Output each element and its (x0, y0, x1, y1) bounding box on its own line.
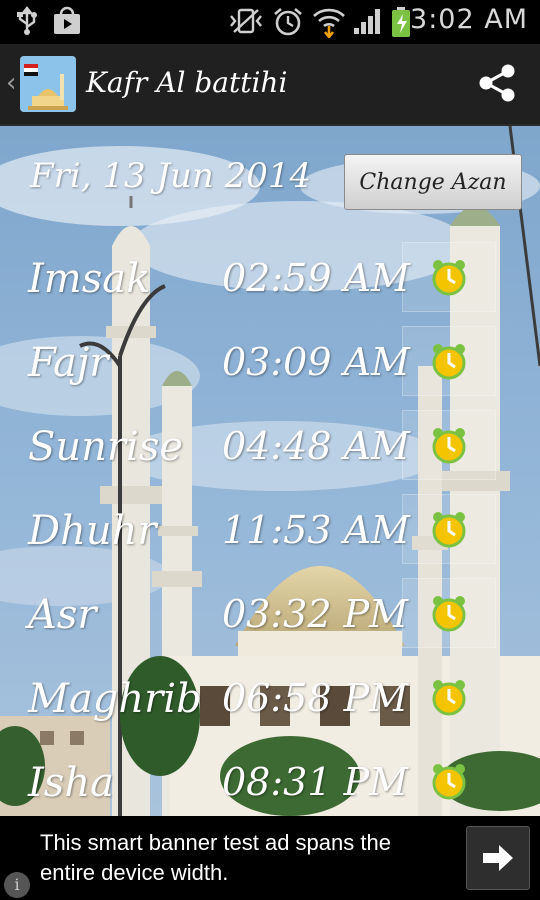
alarm-clock-icon (432, 680, 466, 716)
prayer-time: 11:53 AM (222, 508, 410, 552)
alarm-toggle[interactable] (402, 494, 496, 564)
ad-banner[interactable]: This smart banner test ad spans the enti… (0, 816, 540, 900)
alarm-toggle[interactable] (402, 326, 496, 396)
store-icon (52, 6, 82, 40)
battery-icon (390, 6, 412, 42)
alarm-clock-icon (432, 596, 466, 632)
vibrate-icon (228, 6, 264, 40)
prayer-time: 04:48 AM (222, 424, 410, 468)
alarm-clock-icon (432, 764, 466, 800)
prayer-times-panel: Fri, 13 Jun 2014 Change Azan Imsak 02:59… (0, 126, 540, 816)
app-logo[interactable] (20, 56, 76, 112)
usb-icon (14, 6, 40, 40)
alarm-clock-icon (432, 344, 466, 380)
prayer-row-imsak: Imsak 02:59 AM (0, 236, 540, 320)
prayer-row-isha: Isha 08:31 PM (0, 740, 540, 816)
alarm-icon (272, 6, 304, 42)
wifi-icon (312, 6, 346, 42)
prayer-time: 08:31 PM (222, 760, 409, 804)
app-title: Kafr Al battihi (86, 66, 288, 99)
prayer-row-maghrib: Maghrib 06:58 PM (0, 656, 540, 740)
alarm-clock-icon (432, 512, 466, 548)
prayer-name: Sunrise (28, 424, 184, 470)
prayer-row-asr: Asr 03:32 PM (0, 572, 540, 656)
prayer-name: Asr (28, 592, 97, 638)
alarm-toggle[interactable] (402, 662, 496, 732)
status-bar: 3:02 AM (0, 0, 540, 44)
signal-icon (352, 6, 384, 40)
prayer-name: Dhuhr (28, 508, 157, 554)
alarm-toggle[interactable] (402, 410, 496, 480)
prayer-time: 03:32 PM (222, 592, 409, 636)
ad-open-button[interactable] (466, 826, 530, 890)
prayer-name: Imsak (28, 256, 151, 302)
alarm-toggle[interactable] (402, 578, 496, 648)
alarm-toggle[interactable] (402, 746, 496, 816)
prayer-row-fajr: Fajr 03:09 AM (0, 320, 540, 404)
clock-time: 3:02 AM (410, 4, 528, 35)
arrow-right-icon (483, 845, 513, 871)
prayer-time: 03:09 AM (222, 340, 410, 384)
alarm-clock-icon (432, 428, 466, 464)
change-azan-button[interactable]: Change Azan (344, 154, 522, 210)
share-icon[interactable] (476, 62, 518, 108)
prayer-row-sunrise: Sunrise 04:48 AM (0, 404, 540, 488)
prayer-row-dhuhr: Dhuhr 11:53 AM (0, 488, 540, 572)
back-chevron-icon[interactable]: ‹ (6, 68, 16, 98)
current-date: Fri, 13 Jun 2014 (30, 156, 312, 196)
prayer-name: Fajr (28, 340, 109, 386)
ad-info-icon[interactable]: i (4, 872, 30, 898)
alarm-toggle[interactable] (402, 242, 496, 312)
action-bar: ‹ Kafr Al battihi (0, 44, 540, 126)
prayer-time: 02:59 AM (222, 256, 410, 300)
prayer-time: 06:58 PM (222, 676, 409, 720)
prayer-name: Maghrib (28, 676, 202, 722)
prayer-name: Isha (28, 760, 114, 806)
alarm-clock-icon (432, 260, 466, 296)
ad-text: This smart banner test ad spans the enti… (40, 830, 391, 885)
